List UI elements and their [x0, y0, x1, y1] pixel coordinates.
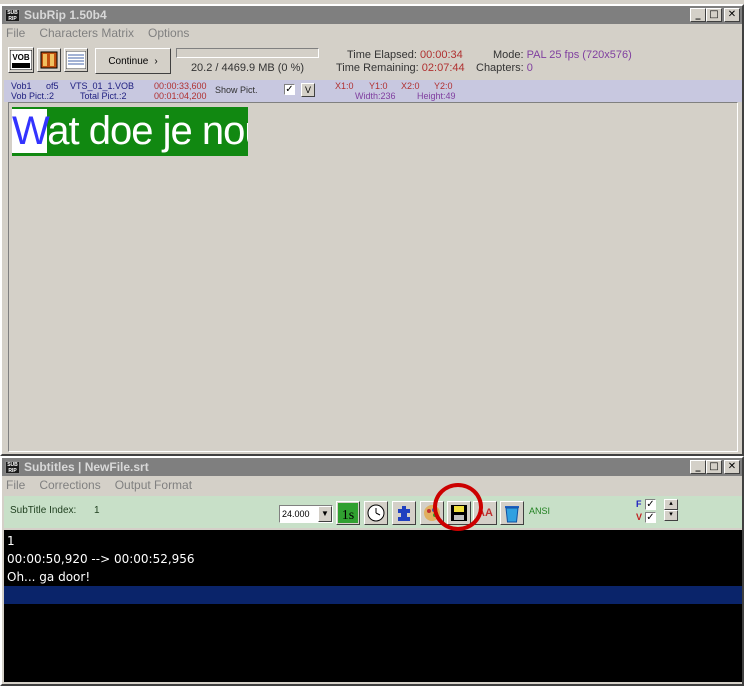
- elapsed-value: 00:00:34: [419, 49, 463, 61]
- remaining-value: 02:07:44: [421, 62, 465, 74]
- index-label: SubTitle Index:: [10, 505, 77, 516]
- subtitles-window: SUB RIP Subtitles | NewFile.srt _ □ ✕ Fi…: [0, 456, 744, 686]
- y1-label: Y1:0: [369, 81, 388, 91]
- editor-line[interactable]: Oh... ga door!: [4, 568, 742, 586]
- time-shift-button[interactable]: 1s: [336, 501, 360, 525]
- progress-bar: [176, 48, 319, 58]
- subtitle-text: at doe je nou...?: [47, 109, 248, 153]
- main-window-title: SubRip 1.50b4: [24, 8, 107, 22]
- show-pict-label: Show Pict.: [215, 85, 258, 95]
- clock-icon: [367, 504, 385, 522]
- vob-pict-label: Vob Pict.:2: [11, 91, 55, 101]
- sub-menu-corrections[interactable]: Corrections: [39, 478, 100, 492]
- chapters-label: Chapters:: [476, 62, 524, 74]
- film-icon[interactable]: [37, 48, 61, 72]
- continue-label: Continue: [108, 55, 149, 67]
- subtitle-text-editor[interactable]: 1 00:00:50,920 --> 00:00:52,956 Oh... ga…: [4, 530, 742, 682]
- svg-text:1s: 1s: [342, 508, 354, 523]
- clock-button[interactable]: [364, 501, 388, 525]
- subtitles-title-bar[interactable]: SUB RIP Subtitles | NewFile.srt _ □ ✕: [2, 458, 742, 476]
- editor-line-selected[interactable]: [4, 586, 742, 604]
- subtitle-image[interactable]: Wat doe je nou...?: [12, 107, 248, 156]
- main-toolbar: VOB Continue › 20.2 / 4469.9 MB (0 %) Ti…: [4, 44, 742, 78]
- close-button[interactable]: ✕: [724, 8, 740, 22]
- subtitles-menu-bar: File Corrections Output Format: [2, 476, 742, 494]
- matrix-icon[interactable]: [64, 48, 88, 72]
- remaining-label: Time Remaining:: [336, 62, 419, 74]
- mode-label: Mode:: [493, 49, 524, 61]
- height-label: Height:49: [417, 91, 456, 101]
- elapsed-label: Time Elapsed:: [347, 49, 417, 61]
- width-label: Width:236: [355, 91, 396, 101]
- vob-label: Vob1: [11, 81, 32, 91]
- menu-characters-matrix[interactable]: Characters Matrix: [39, 26, 134, 40]
- subtitles-toolbar: SubTitle Index: 1 24.000 ▼ 1s AA ANSI F ✓…: [4, 496, 742, 528]
- menu-file[interactable]: File: [6, 26, 25, 40]
- sub-close-button[interactable]: ✕: [724, 460, 740, 474]
- maximize-button[interactable]: □: [706, 8, 722, 22]
- main-title-bar[interactable]: SUB RIP SubRip 1.50b4 _ □ ✕: [2, 6, 742, 24]
- index-value: 1: [94, 505, 100, 516]
- show-pict-checkbox[interactable]: ✓: [284, 84, 295, 95]
- v-checkbox[interactable]: ✓: [645, 512, 656, 523]
- x1-label: X1:0: [335, 81, 354, 91]
- time-end-label: 00:01:04,200: [154, 91, 207, 101]
- puzzle-icon: [398, 506, 410, 521]
- subrip-main-window: SUB RIP SubRip 1.50b4 _ □ ✕ File Charact…: [0, 4, 744, 456]
- subtitles-window-title: Subtitles | NewFile.srt: [24, 460, 149, 474]
- vob-file-label: VTS_01_1.VOB: [70, 81, 135, 91]
- sub-menu-file[interactable]: File: [6, 478, 25, 492]
- subtitles-app-icon: SUB RIP: [5, 460, 20, 474]
- vob-icon[interactable]: VOB: [8, 47, 34, 73]
- fps-value: 24.000: [282, 509, 310, 519]
- svg-text:VOB: VOB: [12, 53, 30, 62]
- spin-up-button[interactable]: ▴: [664, 499, 678, 510]
- highlight-circle: [433, 483, 483, 531]
- x2-label: X2:0: [401, 81, 420, 91]
- vob-info-strip: Vob1 of5 VTS_01_1.VOB 00:00:33,600 Show …: [4, 80, 742, 102]
- continue-button[interactable]: Continue ›: [95, 48, 171, 74]
- spin-down-button[interactable]: ▾: [664, 510, 678, 521]
- subrip-app-icon: SUB RIP: [5, 8, 20, 22]
- menu-options[interactable]: Options: [148, 26, 189, 40]
- f-checkbox[interactable]: ✓: [645, 499, 656, 510]
- y2-label: Y2:0: [434, 81, 453, 91]
- editor-line[interactable]: 1: [4, 532, 742, 550]
- puzzle-button[interactable]: [392, 501, 416, 525]
- time-shift-icon: 1s: [338, 503, 358, 523]
- sub-maximize-button[interactable]: □: [706, 460, 722, 474]
- ansi-label: ANSI: [529, 506, 551, 516]
- total-pict-label: Total Pict.:2: [80, 91, 127, 101]
- subtitle-preview-area: Wat doe je nou...?: [8, 102, 738, 452]
- time-start-label: 00:00:33,600: [154, 81, 207, 91]
- chevron-down-icon[interactable]: ▼: [318, 506, 332, 522]
- minimize-button[interactable]: _: [690, 8, 706, 22]
- chevron-right-icon: ›: [154, 55, 158, 67]
- f-label: F: [636, 499, 642, 509]
- size-text: 20.2 / 4469.9 MB (0 %): [190, 62, 305, 74]
- sub-menu-output-format[interactable]: Output Format: [115, 478, 192, 492]
- fps-select[interactable]: 24.000 ▼: [279, 505, 333, 523]
- subtitle-first-char: W: [12, 109, 48, 153]
- trash-icon: [505, 506, 519, 523]
- chapters-value: 0: [526, 62, 533, 74]
- mode-value: PAL 25 fps (720x576): [526, 49, 632, 61]
- v-label: V: [636, 512, 643, 522]
- vob-of-label: of5: [46, 81, 59, 91]
- editor-line[interactable]: 00:00:50,920 --> 00:00:52,956: [4, 550, 742, 568]
- main-menu-bar: File Characters Matrix Options: [2, 24, 742, 42]
- sub-minimize-button[interactable]: _: [690, 460, 706, 474]
- v-button[interactable]: V: [301, 83, 315, 97]
- trash-button[interactable]: [500, 501, 524, 525]
